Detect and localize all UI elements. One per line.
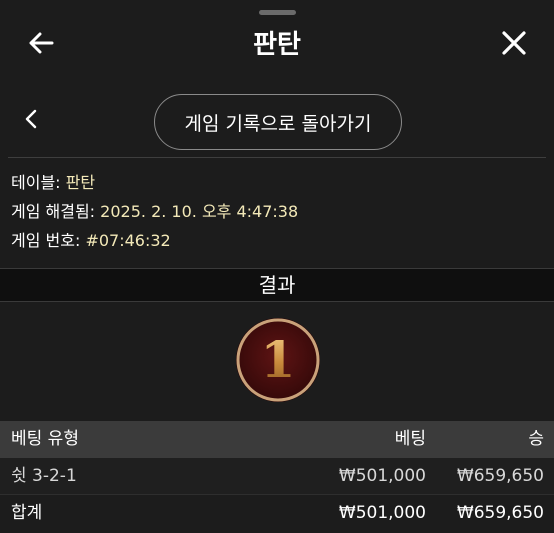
settled-info-value: 2025. 2. 10. 오후 4:47:38: [100, 202, 299, 221]
total-bet: ₩501,000: [338, 503, 426, 523]
settled-info: 게임 해결됨: 2025. 2. 10. 오후 4:47:38: [11, 201, 298, 223]
game-number-label: 게임 번호:: [11, 231, 81, 250]
sheet-grabber[interactable]: [259, 10, 296, 15]
total-row: 합계 ₩501,000 ₩659,650: [0, 495, 554, 532]
sub-navigation: 게임 기록으로 돌아가기: [0, 92, 554, 152]
result-number: 1: [261, 330, 296, 389]
table-info: 테이블: 판탄: [11, 172, 95, 194]
settled-info-label: 게임 해결됨:: [11, 202, 96, 221]
close-icon: [502, 31, 526, 59]
close-button[interactable]: [495, 26, 533, 64]
table-row: 쉿 3-2-1 ₩501,000 ₩659,650: [0, 458, 554, 495]
result-badge: 1: [234, 316, 322, 404]
page-title: 판탄: [253, 30, 301, 60]
bet-amount-cell: ₩501,000: [338, 466, 426, 486]
header-win: 승: [528, 429, 544, 449]
bets-table: 베팅 유형 베팅 승 쉿 3-2-1 ₩501,000 ₩659,650 합계 …: [0, 421, 554, 532]
game-number-info: 게임 번호: #07:46:32: [11, 230, 171, 252]
table-header-row: 베팅 유형 베팅 승: [0, 421, 554, 458]
previous-button[interactable]: [18, 106, 44, 136]
result-heading: 결과: [0, 268, 554, 302]
chevron-left-icon: [25, 109, 37, 133]
divider: [8, 157, 546, 158]
table-info-label: 테이블:: [11, 173, 61, 192]
table-info-value: 판탄: [65, 173, 96, 192]
header-bet: 베팅: [394, 429, 426, 449]
bet-type-cell: 쉿 3-2-1: [11, 466, 77, 486]
win-amount-cell: ₩659,650: [456, 466, 544, 486]
total-win: ₩659,650: [456, 503, 544, 523]
total-label: 합계: [11, 503, 43, 523]
header: 판탄: [0, 20, 554, 70]
header-bet-type: 베팅 유형: [11, 429, 79, 449]
game-number-value: #07:46:32: [85, 231, 171, 250]
back-to-game-history-button[interactable]: 게임 기록으로 돌아가기: [154, 94, 402, 150]
